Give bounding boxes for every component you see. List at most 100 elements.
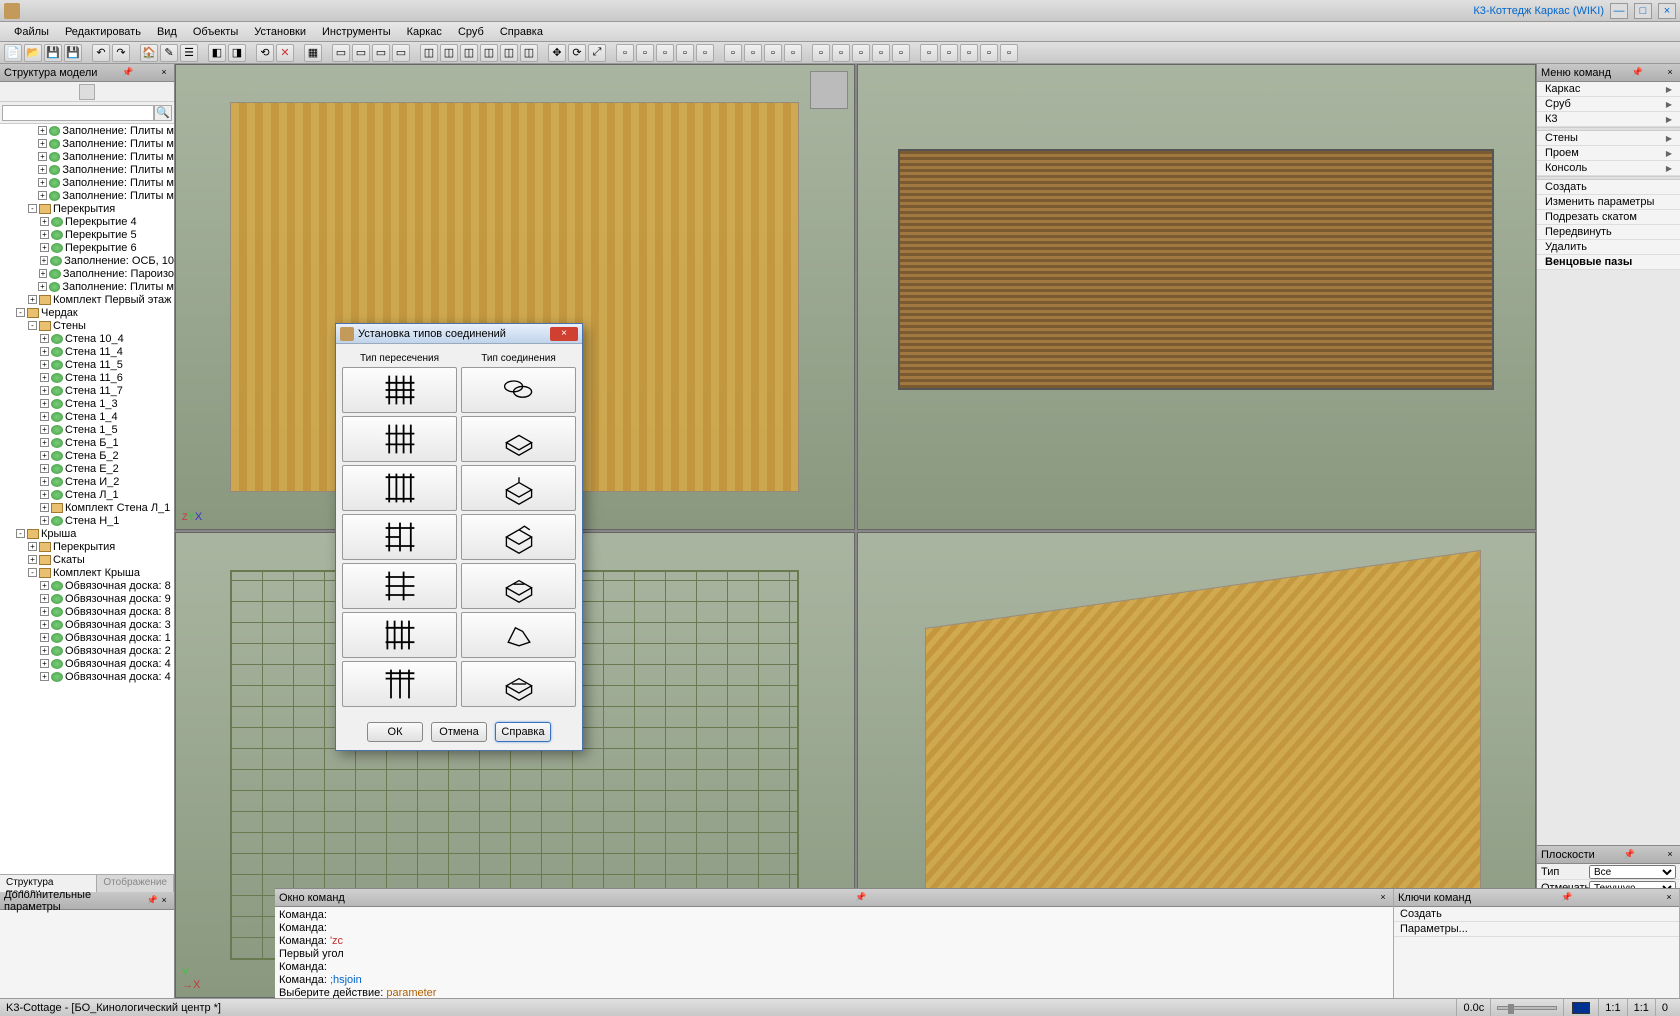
panel-pin-icon[interactable]: 📌: [855, 892, 867, 904]
intersection-type-5[interactable]: [342, 563, 457, 609]
joint-type-1[interactable]: [461, 367, 576, 413]
tree-item[interactable]: +Перекрытие 5: [0, 228, 174, 241]
joint-type-2[interactable]: [461, 416, 576, 462]
tree-item[interactable]: +Стена 11_4: [0, 345, 174, 358]
tool-c1[interactable]: ▭: [332, 44, 350, 62]
help-button[interactable]: Справка: [495, 722, 551, 742]
tool-b[interactable]: ◨: [228, 44, 246, 62]
tree-item[interactable]: +Стена Л_1: [0, 488, 174, 501]
tool-g1[interactable]: ▫: [812, 44, 830, 62]
tree-item[interactable]: -Стены: [0, 319, 174, 332]
expand-icon[interactable]: +: [28, 542, 37, 551]
tool-open[interactable]: 📂: [24, 44, 42, 62]
tree-item[interactable]: +Стена Б_2: [0, 449, 174, 462]
expand-icon[interactable]: +: [40, 464, 49, 473]
expand-icon[interactable]: +: [40, 659, 49, 668]
panel-close-icon[interactable]: ×: [1663, 892, 1675, 904]
key-item[interactable]: Параметры...: [1394, 922, 1679, 937]
menu-item[interactable]: Удалить: [1537, 240, 1680, 255]
tool-h5[interactable]: ▫: [1000, 44, 1018, 62]
tool-redo[interactable]: ↷: [112, 44, 130, 62]
expand-icon[interactable]: +: [40, 620, 49, 629]
expand-icon[interactable]: +: [40, 347, 49, 356]
tree-item[interactable]: +Обвязочная доска: 8: [0, 605, 174, 618]
tree-item[interactable]: +Комплект Первый этаж: [0, 293, 174, 306]
tree-item[interactable]: +Стена 1_4: [0, 410, 174, 423]
menu-view[interactable]: Вид: [149, 24, 185, 40]
tree-tool-icon[interactable]: [79, 84, 95, 100]
tree-item[interactable]: +Стена 1_3: [0, 397, 174, 410]
command-log[interactable]: Команда: Команда: Команда: 'zcПервый уго…: [275, 907, 1393, 998]
joint-type-7[interactable]: [461, 661, 576, 707]
panel-close-icon[interactable]: ×: [1664, 849, 1676, 861]
expand-icon[interactable]: +: [38, 126, 47, 135]
panel-close-icon[interactable]: ×: [158, 67, 170, 79]
menu-settings[interactable]: Установки: [246, 24, 314, 40]
expand-icon[interactable]: +: [38, 139, 47, 148]
tree-item[interactable]: +Комплект Стена Л_1: [0, 501, 174, 514]
menu-item[interactable]: Каркас▶: [1537, 82, 1680, 97]
expand-icon[interactable]: +: [38, 282, 47, 291]
tool-d3[interactable]: ◫: [460, 44, 478, 62]
tool-f4[interactable]: ▫: [784, 44, 802, 62]
status-slider[interactable]: [1497, 1006, 1557, 1010]
tool-refresh[interactable]: ⟲: [256, 44, 274, 62]
menu-frame[interactable]: Каркас: [399, 24, 450, 40]
expand-icon[interactable]: +: [40, 425, 49, 434]
menu-item[interactable]: Консоль▶: [1537, 161, 1680, 176]
panel-close-icon[interactable]: ×: [158, 895, 170, 907]
expand-icon[interactable]: -: [28, 568, 37, 577]
expand-icon[interactable]: -: [28, 321, 37, 330]
tree-item[interactable]: +Обвязочная доска: 4: [0, 670, 174, 683]
dialog-close-button[interactable]: ×: [550, 327, 578, 341]
tool-f2[interactable]: ▫: [744, 44, 762, 62]
joint-type-4[interactable]: [461, 514, 576, 560]
tree-item[interactable]: +Заполнение: Плиты м: [0, 150, 174, 163]
tool-h3[interactable]: ▫: [960, 44, 978, 62]
tool-home[interactable]: 🏠: [140, 44, 158, 62]
tool-f3[interactable]: ▫: [764, 44, 782, 62]
tree-item[interactable]: +Перекрытия: [0, 540, 174, 553]
menu-log[interactable]: Сруб: [450, 24, 492, 40]
tool-c4[interactable]: ▭: [392, 44, 410, 62]
tree-item[interactable]: -Комплект Крыша: [0, 566, 174, 579]
panel-close-icon[interactable]: ×: [1664, 67, 1676, 79]
tree-item[interactable]: +Скаты: [0, 553, 174, 566]
tree-search-input[interactable]: [2, 105, 154, 121]
tool-grid[interactable]: ▦: [304, 44, 322, 62]
menu-item[interactable]: Подрезать скатом: [1537, 210, 1680, 225]
tree-item[interactable]: +Обвязочная доска: 3: [0, 618, 174, 631]
tree-item[interactable]: -Чердак: [0, 306, 174, 319]
tree-item[interactable]: +Стена 1_5: [0, 423, 174, 436]
tool-a[interactable]: ◧: [208, 44, 226, 62]
tool-move[interactable]: ✥: [548, 44, 566, 62]
tool-e3[interactable]: ▫: [656, 44, 674, 62]
expand-icon[interactable]: +: [40, 399, 49, 408]
expand-icon[interactable]: +: [38, 178, 47, 187]
joint-type-6[interactable]: [461, 612, 576, 658]
tree-item[interactable]: +Стена 11_5: [0, 358, 174, 371]
expand-icon[interactable]: +: [40, 334, 49, 343]
search-icon[interactable]: 🔍: [154, 105, 172, 121]
tool-e2[interactable]: ▫: [636, 44, 654, 62]
view-cube[interactable]: [810, 71, 848, 109]
expand-icon[interactable]: +: [40, 360, 49, 369]
expand-icon[interactable]: -: [16, 308, 25, 317]
tree-item[interactable]: +Стена Б_1: [0, 436, 174, 449]
tool-undo[interactable]: ↶: [92, 44, 110, 62]
panel-pin-icon[interactable]: 📌: [147, 895, 159, 907]
tree-item[interactable]: +Стена 11_7: [0, 384, 174, 397]
tool-e1[interactable]: ▫: [616, 44, 634, 62]
menu-help[interactable]: Справка: [492, 24, 551, 40]
intersection-type-6[interactable]: [342, 612, 457, 658]
tool-h1[interactable]: ▫: [920, 44, 938, 62]
tree-item[interactable]: +Обвязочная доска: 2: [0, 644, 174, 657]
tool-g4[interactable]: ▫: [872, 44, 890, 62]
intersection-type-2[interactable]: [342, 416, 457, 462]
tree-item[interactable]: +Перекрытие 6: [0, 241, 174, 254]
menu-item[interactable]: Проем▶: [1537, 146, 1680, 161]
menu-tools[interactable]: Инструменты: [314, 24, 399, 40]
tool-d5[interactable]: ◫: [500, 44, 518, 62]
menu-item[interactable]: К3▶: [1537, 112, 1680, 127]
model-tree[interactable]: +Заполнение: Плиты м+Заполнение: Плиты м…: [0, 124, 174, 874]
